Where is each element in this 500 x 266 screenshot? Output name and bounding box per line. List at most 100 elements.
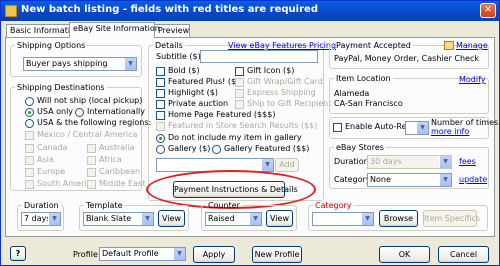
counter-value: Raised	[208, 214, 235, 223]
tab-ebay-site-information[interactable]: eBay Site Information	[69, 22, 160, 38]
template-select[interactable]: Blank Slate ▼	[83, 212, 154, 226]
shipping-destinations-legend: Shipping Destinations	[17, 83, 105, 92]
modify-link[interactable]: Modify	[459, 75, 486, 85]
internationally-radio[interactable]	[75, 108, 84, 117]
chevron-down-icon: ▼	[439, 174, 451, 186]
region-checkbox[interactable]	[87, 156, 96, 165]
no-gallery-radio[interactable]	[156, 134, 165, 143]
featured-store-search-checkbox[interactable]	[156, 122, 165, 131]
will-not-ship-radio[interactable]	[25, 97, 34, 106]
browse-button[interactable]: Browse	[379, 210, 418, 227]
gallery-radio[interactable]	[156, 145, 165, 154]
duration-value: 7 days	[24, 214, 51, 223]
item-location-legend: Item Location	[336, 74, 391, 83]
highlight-checkbox[interactable]	[156, 89, 165, 98]
shipping-options-value: Buyer pays shipping	[26, 59, 108, 68]
usa-only-label: USA only	[37, 107, 74, 116]
gift-icon-checkbox[interactable]	[235, 67, 244, 76]
stores-duration-label: Duration	[334, 157, 369, 166]
shipping-options-legend: Shipping Options	[17, 41, 86, 50]
ebay-stores-legend: eBay Stores	[336, 143, 384, 152]
chevron-down-icon: ▼	[48, 213, 60, 225]
region-mexico-label: Mexico / Central America	[37, 130, 138, 139]
location-line2: CA-San Francisco	[334, 99, 403, 108]
gallery-label: Gallery ($)	[168, 144, 211, 153]
payment-methods: PayPal, Money Order, Cashier Check	[334, 54, 479, 63]
relist-times-select[interactable]: ▼	[405, 121, 429, 135]
region-checkbox[interactable]	[25, 144, 34, 153]
more-info-link[interactable]: more info	[431, 127, 469, 137]
auto-relist-checkbox[interactable]	[333, 123, 342, 132]
express-shipping-label: Express Shipping	[247, 88, 316, 97]
duration-legend: Duration	[24, 201, 59, 210]
stores-category-value: None	[370, 175, 391, 184]
private-auction-checkbox[interactable]	[156, 100, 165, 109]
gallery-featured-radio[interactable]	[212, 145, 221, 154]
payment-accepted-legend: Payment Accepted	[336, 41, 411, 50]
express-shipping-checkbox[interactable]	[235, 89, 244, 98]
tab-basic-information[interactable]: Basic Information	[6, 24, 80, 37]
item-specifics-button[interactable]: Item Specifics	[423, 210, 480, 227]
template-view-button[interactable]: View	[158, 210, 185, 227]
ship-to-gift-checkbox[interactable]	[235, 100, 244, 109]
bold-label: Bold ($)	[168, 66, 200, 75]
template-value: Blank Slate	[86, 214, 132, 223]
chevron-down-icon: ▼	[361, 213, 373, 225]
region-checkbox[interactable]	[25, 180, 34, 189]
manage-link[interactable]: Manage	[456, 41, 488, 51]
bold-checkbox[interactable]	[156, 67, 165, 76]
add-button[interactable]: Add	[275, 158, 299, 172]
stores-duration-select[interactable]: 30 days ▼	[367, 155, 452, 169]
chevron-down-icon: ▼	[439, 156, 451, 168]
category-legend: Category	[315, 201, 352, 210]
chevron-down-icon: ▼	[124, 58, 136, 70]
chevron-down-icon: ▼	[261, 159, 273, 171]
region-checkbox[interactable]	[87, 144, 96, 153]
featured-store-search-label: Featured in Store Search Results ($$)	[168, 121, 318, 130]
private-auction-label: Private auction	[168, 99, 229, 108]
fees-link[interactable]: fees	[459, 157, 476, 167]
subtitle-label: Subtitle ($):	[156, 52, 204, 61]
usa-only-radio[interactable]	[25, 108, 34, 117]
counter-select[interactable]: Raised ▼	[205, 212, 262, 226]
chevron-down-icon: ▼	[416, 122, 428, 134]
chevron-down-icon: ▼	[249, 213, 261, 225]
region-checkbox[interactable]	[87, 168, 96, 177]
counter-view-button[interactable]: View	[266, 210, 293, 227]
region-middle-east-label: Middle East	[99, 179, 146, 188]
update-link[interactable]: update	[459, 175, 487, 185]
region-checkbox[interactable]	[25, 156, 34, 165]
template-legend: Template	[86, 201, 123, 210]
stores-category-label: Category	[334, 175, 371, 184]
category-select[interactable]: ▼	[312, 212, 374, 226]
stores-category-select[interactable]: None ▼	[367, 173, 452, 187]
cancel-button[interactable]: Cancel	[438, 246, 489, 263]
subtitle-input[interactable]	[200, 50, 318, 63]
profile-value: Default Profile	[102, 249, 159, 258]
chevron-down-icon: ▼	[173, 248, 185, 260]
profile-select[interactable]: Default Profile ▼	[99, 247, 186, 261]
gift-wrap-checkbox[interactable]	[235, 78, 244, 87]
new-profile-button[interactable]: New Profile	[252, 246, 302, 263]
no-gallery-label: Do not include my item in gallery	[168, 133, 302, 142]
counter-legend: Counter	[208, 201, 240, 210]
featured-plus-checkbox[interactable]	[156, 78, 165, 87]
chevron-down-icon: ▼	[141, 213, 153, 225]
shipping-options-select[interactable]: Buyer pays shipping ▼	[23, 57, 137, 71]
apply-button[interactable]: Apply	[193, 246, 235, 263]
help-icon[interactable]: ?	[10, 246, 26, 261]
profile-label: Profile	[73, 250, 98, 259]
region-checkbox[interactable]	[87, 180, 96, 189]
close-icon[interactable]: ✕	[480, 3, 496, 18]
usa-regions-radio[interactable]	[25, 119, 34, 128]
gift-icon-label: Gift Icon ($)	[247, 66, 295, 75]
gallery-featured-label: Gallery Featured ($$)	[224, 144, 310, 153]
app-icon	[5, 5, 17, 17]
ok-button[interactable]: OK	[379, 246, 430, 263]
stores-duration-value: 30 days	[370, 157, 402, 166]
home-page-featured-checkbox[interactable]	[156, 111, 165, 120]
region-checkbox[interactable]	[25, 168, 34, 177]
ship-to-gift-label: Ship to Gift Recipient	[247, 99, 332, 108]
duration-select[interactable]: 7 days ▼	[21, 212, 61, 226]
region-checkbox[interactable]	[25, 131, 34, 140]
